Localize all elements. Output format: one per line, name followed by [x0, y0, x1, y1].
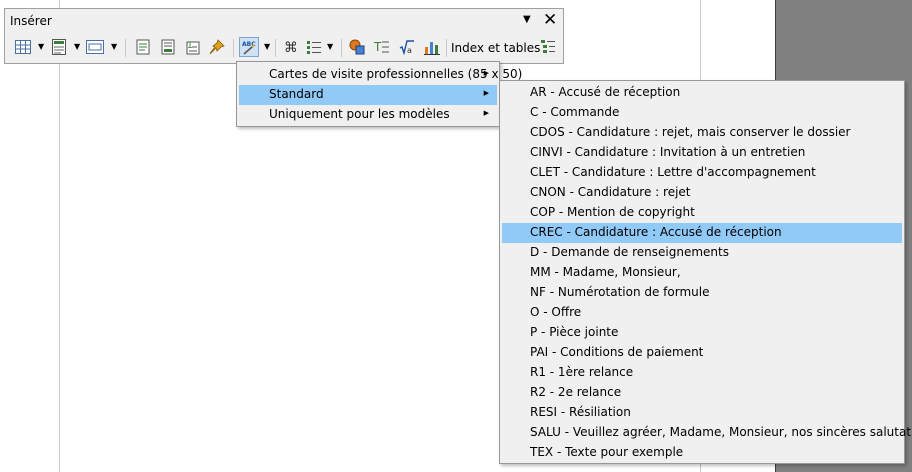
field-dropdown-arrow[interactable]: ▼ — [327, 42, 333, 51]
menu-item-label: CREC - Candidature : Accusé de réception — [530, 225, 782, 239]
autotext-entry-cop[interactable]: COP - Mention de copyright — [502, 203, 902, 223]
submenu-arrow-icon: ▶ — [483, 89, 489, 97]
autotext-entry-cinvi[interactable]: CINVI - Candidature : Invitation à un en… — [502, 143, 902, 163]
toolbar-separator — [125, 39, 126, 57]
menu-item-label: CLET - Candidature : Lettre d'accompagne… — [530, 165, 816, 179]
autotext-entry-salu[interactable]: SALU - Veuillez agréer, Madame, Monsieur… — [502, 423, 912, 443]
svg-text:ABC: ABC — [242, 41, 256, 48]
autotext-entry-crec[interactable]: CREC - Candidature : Accusé de réception — [502, 223, 902, 243]
menu-item-standard[interactable]: Standard ▶ — [239, 85, 497, 105]
submenu-arrow-icon: ▶ — [483, 109, 489, 117]
text-frame-icon[interactable] — [49, 37, 69, 57]
menu-item-label: D - Demande de renseignements — [530, 245, 729, 259]
autotext-entry-cnon[interactable]: CNON - Candidature : rejet — [502, 183, 902, 203]
section-icon[interactable] — [85, 37, 105, 57]
insert-formula-icon[interactable]: a — [397, 37, 417, 57]
autotext-entry-c[interactable]: C - Commande — [502, 103, 902, 123]
insert-field-icon[interactable] — [304, 37, 324, 57]
autotext-entry-tex[interactable]: TEX - Texte pour exemple — [502, 443, 902, 463]
close-icon[interactable]: ✕ — [543, 10, 557, 30]
insert-footnote-icon[interactable] — [158, 37, 178, 57]
menu-item-label: C - Commande — [530, 105, 620, 119]
menu-item-uniquement-modeles[interactable]: Uniquement pour les modèles ▶ — [239, 105, 497, 125]
autotext-category-menu: Cartes de visite professionnelles (85 x … — [236, 61, 522, 127]
svg-text:1: 1 — [187, 41, 193, 51]
menu-item-label: COP - Mention de copyright — [530, 205, 695, 219]
autotext-entry-p[interactable]: P - Pièce jointe — [502, 323, 902, 343]
index-and-tables-button[interactable]: Index et tables — [451, 41, 540, 55]
toolbar-separator — [341, 39, 342, 57]
menu-item-label: AR - Accusé de réception — [530, 85, 681, 99]
autotext-entry-d[interactable]: D - Demande de renseignements — [502, 243, 902, 263]
toolbar-menu-icon[interactable]: ▼ — [523, 14, 531, 25]
toolbar-buttons: ▼ ▼ ▼ 1 ABC ▼ ⌘ ▼ T a Index et tables — [5, 35, 563, 61]
menu-item-label: Standard — [269, 87, 324, 101]
svg-text:a: a — [407, 46, 412, 55]
svg-text:⌘: ⌘ — [284, 40, 298, 55]
toolbar-title: Insérer — [10, 14, 52, 28]
autotext-entry-r1[interactable]: R1 - 1ère relance — [502, 363, 902, 383]
menu-item-label: R1 - 1ère relance — [530, 365, 634, 379]
menu-item-label: TEX - Texte pour exemple — [530, 445, 684, 459]
submenu-arrow-icon: ▶ — [483, 69, 489, 77]
menu-item-cartes-de-visite[interactable]: Cartes de visite professionnelles (85 x … — [239, 65, 522, 85]
toolbar-separator — [446, 39, 447, 57]
autotext-entry-clet[interactable]: CLET - Candidature : Lettre d'accompagne… — [502, 163, 902, 183]
insert-toolbar: Insérer ▼ ✕ ▼ ▼ ▼ 1 ABC ▼ ⌘ ▼ T a Index … — [4, 8, 564, 64]
insert-endnote-icon[interactable]: 1 — [183, 37, 203, 57]
autotext-entry-o[interactable]: O - Offre — [502, 303, 902, 323]
menu-item-label: NF - Numérotation de formule — [530, 285, 710, 299]
table-icon[interactable] — [13, 37, 33, 57]
menu-item-label: PAI - Conditions de paiement — [530, 345, 704, 359]
index-entry-icon[interactable] — [538, 37, 558, 57]
autotext-entry-nf[interactable]: NF - Numérotation de formule — [502, 283, 902, 303]
page-margin-guide-left — [59, 0, 60, 472]
menu-item-label: CINVI - Candidature : Invitation à un en… — [530, 145, 806, 159]
bookmark-pin-icon[interactable] — [207, 37, 227, 57]
insert-chart-icon[interactable] — [422, 37, 442, 57]
insert-shapes-icon[interactable] — [347, 37, 367, 57]
toolbar-separator — [275, 39, 276, 57]
autotext-entry-ar[interactable]: AR - Accusé de réception — [502, 83, 902, 103]
insert-fontwork-icon[interactable]: T — [372, 37, 392, 57]
menu-item-label: CNON - Candidature : rejet — [530, 185, 691, 199]
autotext-entry-pai[interactable]: PAI - Conditions de paiement — [502, 343, 902, 363]
frame-dropdown-arrow[interactable]: ▼ — [74, 42, 80, 51]
menu-item-label: SALU - Veuillez agréer, Madame, Monsieur… — [530, 425, 912, 439]
standard-autotext-submenu: AR - Accusé de réception C - Commande CD… — [499, 80, 912, 464]
autotext-icon[interactable]: ABC — [239, 37, 259, 57]
special-character-icon[interactable]: ⌘ — [281, 37, 301, 57]
autotext-dropdown-arrow[interactable]: ▼ — [264, 42, 270, 51]
table-dropdown-arrow[interactable]: ▼ — [38, 42, 44, 51]
autotext-entry-resi[interactable]: RESI - Résiliation — [502, 403, 902, 423]
autotext-entry-r2[interactable]: R2 - 2e relance — [502, 383, 902, 403]
menu-item-label: Uniquement pour les modèles — [269, 107, 450, 121]
autotext-entry-mm[interactable]: MM - Madame, Monsieur, — [502, 263, 902, 283]
section-dropdown-arrow[interactable]: ▼ — [111, 42, 117, 51]
autotext-entry-cdos[interactable]: CDOS - Candidature : rejet, mais conserv… — [502, 123, 902, 143]
toolbar-separator — [233, 39, 234, 57]
menu-item-label: MM - Madame, Monsieur, — [530, 265, 681, 279]
insert-comment-icon[interactable] — [133, 37, 153, 57]
svg-text:T: T — [374, 40, 382, 54]
menu-item-label: R2 - 2e relance — [530, 385, 622, 399]
menu-item-label: CDOS - Candidature : rejet, mais conserv… — [530, 125, 851, 139]
menu-item-label: P - Pièce jointe — [530, 325, 619, 339]
menu-item-label: RESI - Résiliation — [530, 405, 631, 419]
menu-item-label: O - Offre — [530, 305, 582, 319]
